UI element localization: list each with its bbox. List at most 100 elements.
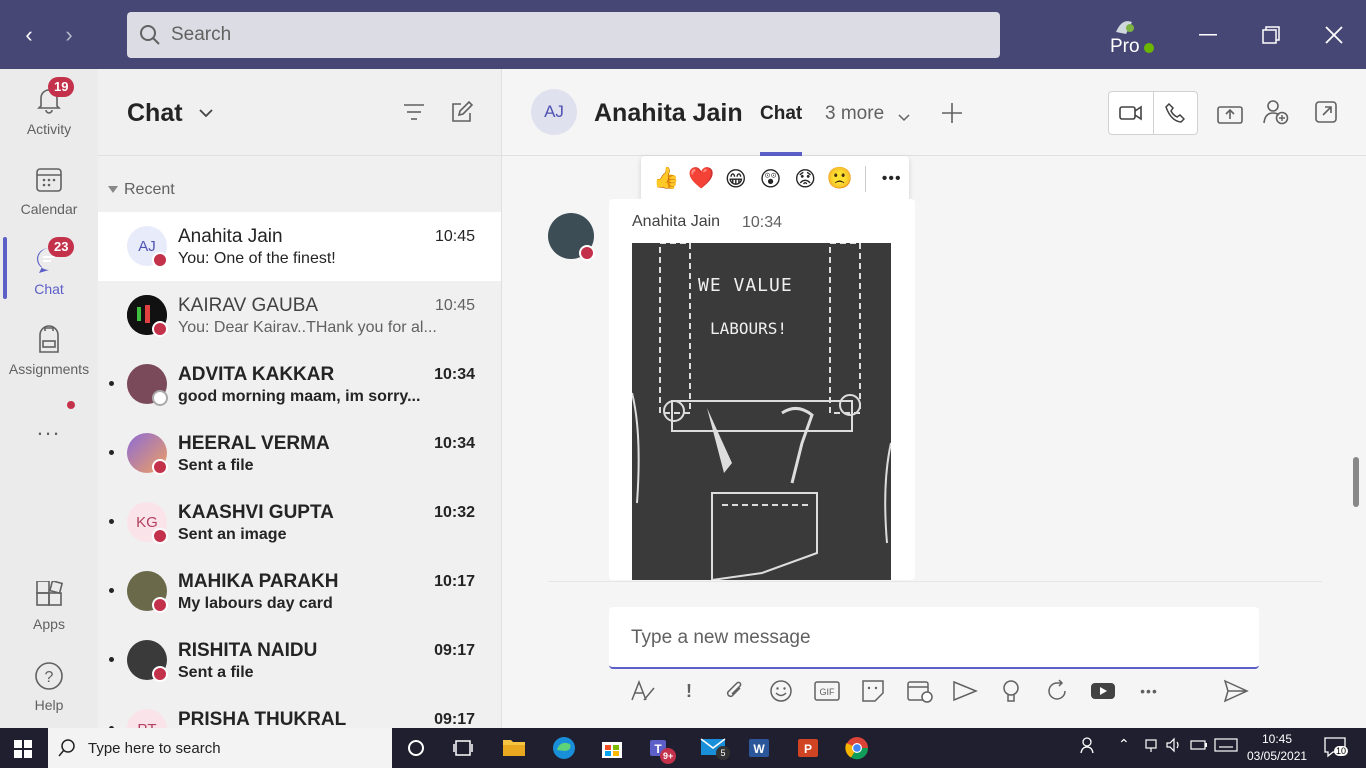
message-bubble[interactable]: Anahita Jain 10:34 WE VALUE LABOURS! (609, 199, 915, 580)
chrome-icon[interactable] (845, 736, 871, 760)
laugh-reaction[interactable]: 😁 (718, 167, 753, 192)
message-preview: My labours day card (178, 595, 333, 612)
search-box[interactable]: Search (127, 12, 1000, 58)
send-icon[interactable] (1221, 676, 1251, 706)
list-item[interactable]: KAIRAV GAUBA 10:45 You: Dear Kairav..THa… (98, 281, 501, 350)
word-icon[interactable]: W (747, 736, 773, 760)
forward-button[interactable]: › (57, 22, 81, 48)
message-time: 10:45 (434, 297, 475, 314)
mail-badge: 5 (716, 746, 730, 760)
edge-icon[interactable] (552, 736, 578, 760)
chevron-down-icon[interactable] (898, 109, 910, 127)
schedule-meeting-icon[interactable] (905, 676, 935, 706)
activity-badge: 19 (48, 77, 75, 97)
scrollbar-thumb[interactable] (1353, 457, 1359, 507)
surprised-reaction[interactable]: 😲 (753, 167, 788, 192)
like-reaction[interactable]: 👍 (649, 167, 684, 191)
battery-icon[interactable] (1189, 736, 1209, 760)
heart-reaction[interactable]: ❤️ (684, 167, 719, 191)
tab-more[interactable]: 3 more (825, 103, 884, 125)
people-icon[interactable] (1080, 736, 1100, 760)
gif-icon[interactable]: GIF (812, 676, 842, 706)
important-icon[interactable]: ! (674, 676, 704, 706)
message-time: 10:34 (742, 214, 783, 231)
tab-chat[interactable]: Chat (760, 103, 802, 125)
teams-icon[interactable]: T 9+ (648, 736, 677, 764)
status-dnd-icon (152, 459, 168, 475)
maximize-button[interactable] (1253, 18, 1289, 52)
close-button[interactable] (1316, 18, 1352, 52)
rail-apps[interactable]: Apps (0, 564, 98, 640)
list-item[interactable]: PT PRISHA THUKRAL 09:17 (98, 695, 501, 728)
status-dnd-icon (152, 666, 168, 682)
filter-icon[interactable] (403, 103, 425, 126)
youtube-icon[interactable] (1088, 676, 1118, 706)
compose-box[interactable]: Type a new message (609, 607, 1259, 669)
more-options-icon[interactable]: ••• (1134, 676, 1164, 706)
svg-text:W: W (753, 742, 765, 756)
angry-reaction[interactable]: 🙁 (823, 167, 858, 191)
task-view-icon[interactable] (452, 736, 478, 760)
message-time: 10:45 (434, 228, 475, 245)
volume-icon[interactable] (1165, 736, 1185, 760)
list-item[interactable]: MAHIKA PARAKH 10:17 My labours day card (98, 557, 501, 626)
video-call-button[interactable] (1109, 92, 1153, 134)
minimize-button[interactable] (1190, 18, 1226, 52)
collapse-recent-icon[interactable] (108, 186, 118, 193)
rail-assignments[interactable]: Assignments (0, 309, 98, 385)
sad-reaction[interactable]: 😟 (788, 167, 823, 192)
new-chat-icon[interactable] (451, 100, 474, 128)
more-options-icon[interactable]: ••• (874, 170, 909, 188)
list-item[interactable]: ADVITA KAKKAR 10:34 good morning maam, i… (98, 350, 501, 419)
list-item[interactable]: KG KAASHVI GUPTA 10:32 Sent an image (98, 488, 501, 557)
rail-help[interactable]: ? Help (0, 645, 98, 721)
rail-activity[interactable]: Activity 19 (0, 69, 98, 145)
clock-time[interactable]: 10:45 (1262, 732, 1292, 746)
emoji-icon[interactable] (766, 676, 796, 706)
start-button[interactable] (14, 740, 32, 763)
add-people-icon[interactable] (1263, 99, 1289, 130)
notification-icon[interactable]: 10 (1323, 736, 1349, 760)
chevron-down-icon[interactable] (198, 105, 214, 123)
header-avatar: AJ (531, 89, 577, 135)
list-item[interactable]: HEERAL VERMA 10:34 Sent a file (98, 419, 501, 488)
stream-icon[interactable] (950, 676, 980, 706)
share-screen-icon[interactable] (1217, 103, 1243, 130)
network-icon[interactable] (1142, 736, 1162, 760)
message-time: 10:34 (434, 366, 475, 383)
back-button[interactable]: ‹ (17, 22, 41, 48)
message-time: 10:17 (434, 573, 475, 590)
attach-icon[interactable] (720, 676, 750, 706)
rail-apps-label: Apps (33, 616, 65, 632)
chevron-up-icon[interactable]: ⌃ (1118, 736, 1138, 760)
list-item[interactable]: AJ Anahita Jain 10:45 You: One of the fi… (98, 212, 501, 281)
rail-calendar[interactable]: Calendar (0, 149, 98, 225)
conversation-pane: AJ Anahita Jain Chat 3 more 👍 ❤️ 😁 😲 😟 🙁… (501, 69, 1366, 728)
search-icon (140, 25, 160, 45)
praise-icon[interactable] (996, 676, 1026, 706)
rail-more-apps[interactable]: ... (0, 399, 98, 449)
svg-text:?: ? (45, 669, 54, 686)
contact-name: HEERAL VERMA (178, 433, 330, 454)
sticker-icon[interactable] (858, 676, 888, 706)
powerpoint-icon[interactable]: P (796, 736, 822, 760)
keyboard-icon[interactable] (1214, 736, 1238, 760)
profile-avatar[interactable]: Pro (1108, 14, 1158, 58)
file-explorer-icon[interactable] (502, 736, 528, 760)
list-item[interactable]: RISHITA NAIDU 09:17 Sent a file (98, 626, 501, 695)
clock-date[interactable]: 03/05/2021 (1247, 749, 1307, 763)
loop-icon[interactable] (1042, 676, 1072, 706)
add-tab-icon[interactable] (941, 102, 963, 129)
mail-icon[interactable]: 5 (700, 736, 730, 760)
audio-call-button[interactable] (1152, 92, 1198, 134)
rail-chat[interactable]: Chat 23 (0, 229, 98, 305)
pop-out-icon[interactable] (1315, 101, 1337, 128)
store-icon[interactable] (600, 736, 626, 760)
format-icon[interactable] (628, 676, 658, 706)
taskbar-search[interactable]: Type here to search (48, 728, 392, 768)
message-preview: You: One of the finest! (178, 250, 336, 267)
message-preview: Sent a file (178, 457, 254, 474)
message-image[interactable]: WE VALUE LABOURS! (632, 243, 891, 580)
cortana-icon[interactable] (404, 736, 430, 760)
separator (548, 581, 1322, 582)
